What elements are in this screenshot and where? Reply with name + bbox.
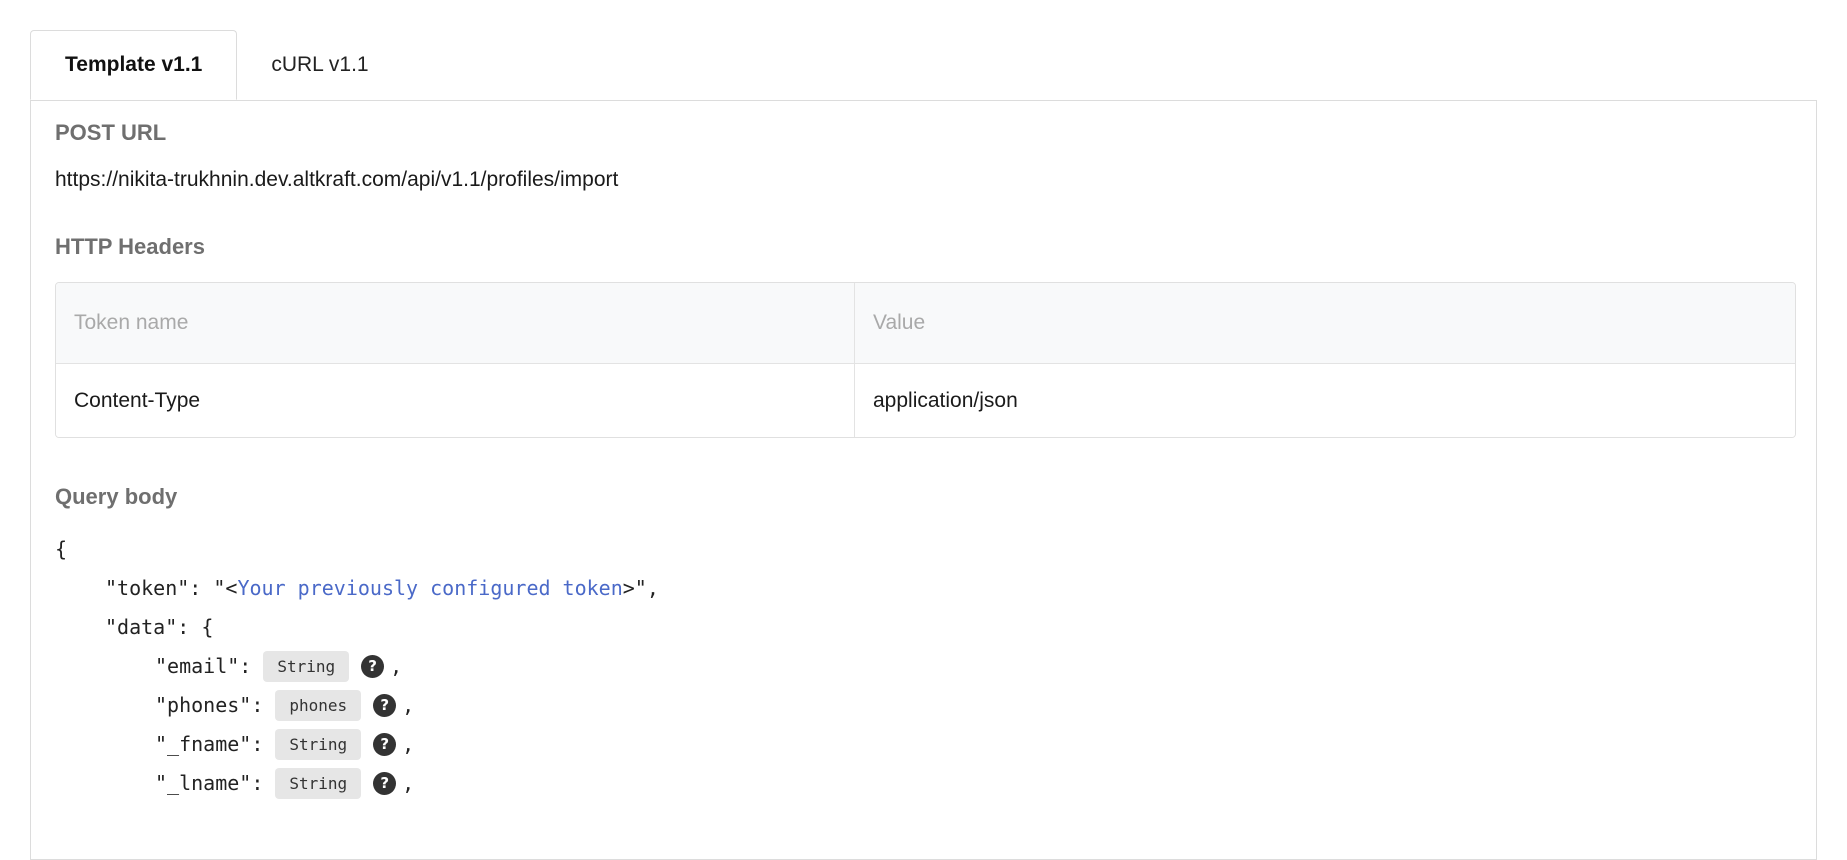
comma: , [390,654,403,678]
token-end: >", [622,576,659,600]
type-badge-fname[interactable]: String [275,729,362,760]
comma: , [402,771,415,795]
column-header-value: Value [873,311,926,334]
field-key-lname: "_lname": [155,771,264,795]
query-body-title: Query body [55,484,178,509]
post-url-title: POST URL [55,120,167,145]
code-line-email: "email": String ? , [55,647,1792,686]
token-key: "token": "< [105,576,238,600]
field-key-phones: "phones": [155,693,264,717]
header-value-cell: application/json [873,388,1018,412]
type-badge-email[interactable]: String [263,651,350,682]
tab-template-v1-1[interactable]: Template v1.1 [30,30,238,100]
table-header-row: Token name Value [56,283,1795,364]
comma: , [402,693,415,717]
api-template-card: Template v1.1 cURL v1.1 POST URL https:/… [30,30,1817,860]
data-key: "data": { [105,615,214,639]
code-line-fname: "_fname": String ? , [55,725,1792,764]
code-line-token: "token": "< Your previously configured to… [55,569,1792,608]
comma: , [402,732,415,756]
column-header-token-name: Token name [56,283,855,363]
help-icon[interactable]: ? [373,694,397,717]
tab-bar: Template v1.1 cURL v1.1 [30,30,1817,100]
code-line-phones: "phones": phones ? , [55,686,1792,725]
headers-table: Token name Value Content-Type applicatio… [55,282,1796,438]
field-key-fname: "_fname": [155,732,264,756]
code-line-open-brace: { [55,530,1792,569]
query-body-code: { "token": "< Your previously configured … [55,530,1792,803]
help-icon[interactable]: ? [373,733,397,756]
token-placeholder: Your previously configured token [237,576,623,600]
type-badge-phones[interactable]: phones [275,690,362,721]
table-row: Content-Type application/json [56,364,1795,437]
code-line-data: "data": { [55,608,1792,647]
field-key-email: "email": [155,654,252,678]
http-headers-title: HTTP Headers [55,234,205,259]
tab-curl-v1-1[interactable]: cURL v1.1 [237,30,402,100]
code-line-lname: "_lname": String ? , [55,764,1792,803]
help-icon[interactable]: ? [373,772,397,795]
tab-panel: POST URL https://nikita-trukhnin.dev.alt… [30,100,1817,860]
type-badge-lname[interactable]: String [275,768,362,799]
open-brace: { [55,537,68,561]
post-url-value: https://nikita-trukhnin.dev.altkraft.com… [55,168,619,191]
help-icon[interactable]: ? [361,655,385,678]
header-name-cell: Content-Type [56,364,855,437]
